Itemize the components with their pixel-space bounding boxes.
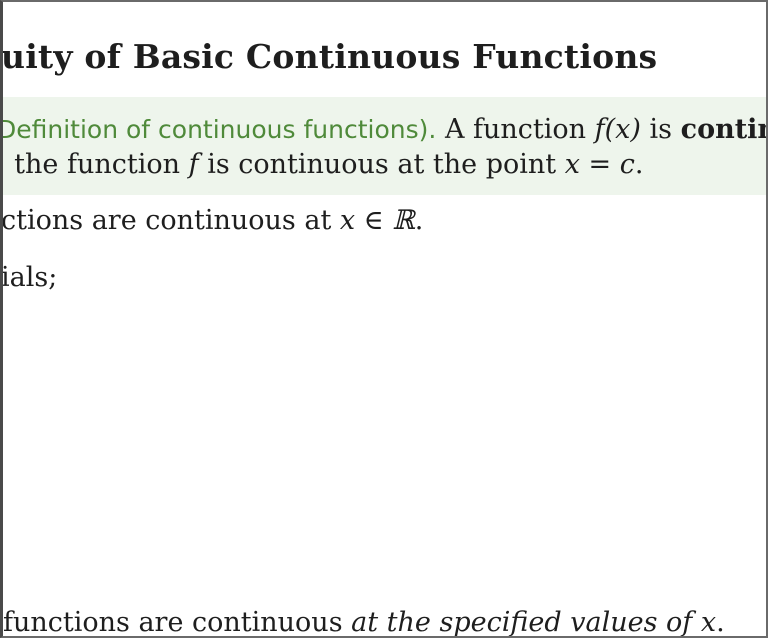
- definition-bold-term: continuo: [680, 114, 766, 145]
- body-line5-italic: at the specified values of: [351, 607, 693, 638]
- document-page: uity of Basic Continuous Functions Defin…: [0, 0, 768, 638]
- definition-line-1: Definition of continuous functions). A f…: [0, 114, 766, 145]
- definition-heading: Definition of continuous functions): [0, 115, 429, 144]
- definition-line2-mid: is continuous at the point: [207, 149, 557, 180]
- body-line5-end: .: [716, 607, 725, 638]
- math-fx: f(x): [594, 114, 641, 145]
- definition-line2-prefix: , the function: [0, 149, 180, 180]
- definition-is: is: [649, 114, 673, 145]
- list-item-polynomials: ials;: [1, 262, 58, 293]
- definition-line-2: , the function f is continuous at the po…: [0, 149, 644, 180]
- definition-text: A function: [444, 114, 587, 145]
- body-line-continuous-reals: ctions are continuous at x ∈ ℝ.: [1, 205, 424, 236]
- definition-line2-end: .: [634, 149, 644, 180]
- body-line3-end: .: [414, 205, 424, 236]
- definition-box: [3, 97, 766, 195]
- math-x: x: [700, 607, 717, 638]
- math-x-equals-c: x = c: [564, 149, 635, 180]
- body-line5-text: functions are continuous: [3, 607, 343, 638]
- definition-heading-period: .: [428, 115, 437, 144]
- math-f: f: [188, 149, 199, 180]
- body-line3-text: ctions are continuous at: [1, 205, 332, 236]
- section-title: uity of Basic Continuous Functions: [1, 37, 658, 76]
- math-x-in-reals: x ∈ ℝ: [339, 205, 415, 236]
- body-line-specified-values: functions are continuous at the specifie…: [3, 607, 725, 638]
